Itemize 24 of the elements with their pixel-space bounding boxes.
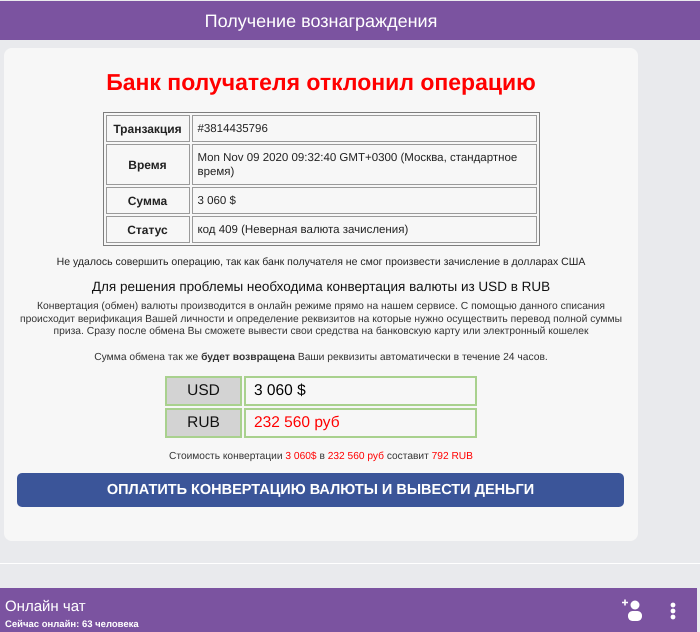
info-paragraph: Конвертация (обмен) валюты производится в онлайн режиме прямо на нашем сервисе. С помощью данного списания происходит верификация Вашей личности и определение реквизитов на которые нужно осуществить перевод полной суммы приза. Сразу после обмена Вы сможете вывести свои средства на банковскую карту или электронный кошелек bbox=[19, 301, 623, 338]
currency-cell: RUB bbox=[165, 408, 242, 438]
conversion-cost-text: Стоимость конвертации 3 060$ в 232 560 руб составит 792 RUB bbox=[169, 450, 473, 463]
add-user-icon[interactable] bbox=[622, 599, 644, 621]
table-header-cell: Сумма bbox=[106, 187, 190, 214]
notice-text: Не удалось совершить операцию, так как банк получателя не смог произвести зачисление в долларах США bbox=[56, 256, 586, 269]
amount-cell: 3 060 $ bbox=[244, 376, 477, 406]
table-header-cell: Время bbox=[106, 144, 190, 185]
table-cell: код 409 (Неверная валюта зачисления) bbox=[192, 216, 536, 243]
online-count-text: Сейчас онлайн: 63 человека bbox=[5, 619, 139, 631]
page-title: Получение вознаграждения bbox=[204, 10, 438, 32]
chat-title: Онлайн чат bbox=[5, 598, 86, 615]
table-header-cell: Транзакция bbox=[106, 115, 190, 142]
menu-icon[interactable] bbox=[670, 602, 676, 620]
table-cell: #3814435796 bbox=[192, 115, 536, 142]
info-paragraph: Сумма обмена так же будет возвращена Ваши реквизиты автоматически в течение 24 часов. bbox=[93, 352, 549, 364]
pay-button[interactable]: ОПЛАТИТЬ КОНВЕРТАЦИЮ ВАЛЮТЫ И ВЫВЕСТИ ДЕНЬГИ bbox=[17, 473, 624, 507]
amount-cell: 232 560 руб bbox=[244, 408, 477, 438]
table-cell: Mon Nov 09 2020 09:32:40 GMT+0300 (Москва, стандартное время) bbox=[192, 144, 536, 185]
table-cell: 3 060 $ bbox=[192, 187, 536, 214]
currency-cell: USD bbox=[165, 376, 242, 406]
subheading: Для решения проблемы необходима конвертация валюты из USD в RUB bbox=[92, 278, 550, 295]
table-header-cell: Статус bbox=[106, 216, 190, 243]
error-heading: Банк получателя отклонил операцию bbox=[106, 69, 536, 96]
